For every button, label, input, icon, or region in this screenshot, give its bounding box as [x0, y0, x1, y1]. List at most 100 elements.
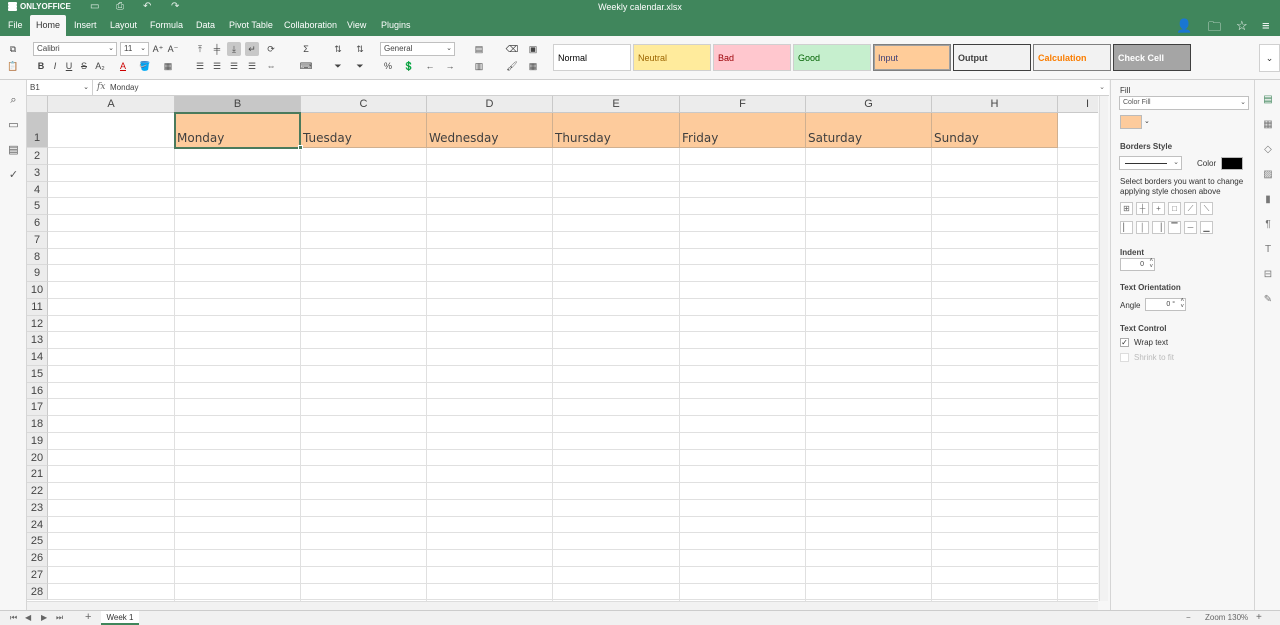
tab-pivot-table[interactable]: Pivot Table [223, 15, 279, 36]
sheet-tab-week-1[interactable]: Week 1 [101, 611, 139, 625]
tab-collaboration[interactable]: Collaboration [278, 15, 343, 36]
row-header-25[interactable]: 25 [27, 533, 48, 550]
column-header-i[interactable]: I [1058, 96, 1098, 113]
row-header-28[interactable]: 28 [27, 583, 48, 601]
shape-icon[interactable]: ◇ [1261, 143, 1275, 157]
italic-button[interactable]: I [48, 59, 62, 73]
decrease-decimal-icon[interactable]: ← [423, 59, 437, 73]
search-icon[interactable]: ⌕ [7, 94, 20, 107]
expand-formula-icon[interactable]: ⌄ [1099, 80, 1105, 95]
copy-style-icon[interactable]: 🖌 [505, 59, 519, 73]
fill-handle[interactable] [298, 145, 303, 150]
autosum-button[interactable]: Σ [299, 42, 313, 56]
tab-home[interactable]: Home [30, 15, 67, 36]
column-header-f[interactable]: F [680, 96, 806, 113]
align-middle-icon[interactable]: ╪ [210, 42, 224, 56]
decrease-font-icon[interactable]: A⁻ [166, 42, 180, 56]
row-header-12[interactable]: 12 [27, 315, 48, 333]
bottom-border-icon[interactable]: ▁ [1200, 221, 1213, 234]
hamburger-menu-icon[interactable]: ≡ [1262, 18, 1270, 33]
tab-layout[interactable]: Layout [104, 15, 143, 36]
row-header-10[interactable]: 10 [27, 282, 48, 299]
chart-icon[interactable]: ▮ [1261, 193, 1275, 207]
font-name-select[interactable]: Calibri ⌄ [33, 42, 117, 56]
align-right-icon[interactable]: ☰ [227, 59, 241, 73]
pivot-icon[interactable]: ⊟ [1261, 268, 1275, 282]
row-header-14[interactable]: 14 [27, 349, 48, 366]
underline-button[interactable]: U [62, 59, 76, 73]
style-calculation[interactable]: Calculation [1033, 44, 1111, 71]
angle-spinner[interactable]: 0 ° ˄ ˅ [1145, 298, 1186, 311]
horizontal-scrollbar[interactable] [27, 601, 1098, 610]
add-sheet-button[interactable]: + [85, 611, 91, 623]
column-header-h[interactable]: H [932, 96, 1058, 113]
name-box[interactable]: B1 ⌄ [27, 80, 93, 95]
function-icon[interactable]: fx [97, 80, 105, 95]
increase-decimal-icon[interactable]: → [443, 59, 457, 73]
cell-b1[interactable]: Monday [175, 113, 301, 148]
style-input[interactable]: Input [873, 44, 951, 71]
row-header-27[interactable]: 27 [27, 566, 48, 584]
copy-icon[interactable]: ⧉ [6, 42, 20, 56]
comments-icon[interactable]: ▭ [7, 119, 20, 132]
select-all-corner[interactable] [27, 96, 48, 113]
cell-h1[interactable]: Sunday [932, 113, 1058, 148]
tab-plugins[interactable]: Plugins [375, 15, 417, 36]
accounting-icon[interactable]: 💲 [402, 59, 416, 73]
subscript-icon[interactable]: A₂ [93, 59, 107, 73]
tab-data[interactable]: Data [190, 15, 221, 36]
inner-horizontal-icon[interactable]: ─ [1184, 221, 1197, 234]
row-header-17[interactable]: 17 [27, 399, 48, 416]
column-header-e[interactable]: E [553, 96, 680, 113]
row-header-3[interactable]: 3 [27, 164, 48, 182]
row-header-19[interactable]: 19 [27, 432, 48, 450]
font-size-select[interactable]: 11 ⌄ [120, 42, 149, 56]
row-header-21[interactable]: 21 [27, 466, 48, 483]
row-header-9[interactable]: 9 [27, 265, 48, 282]
shrink-to-fit-checkbox[interactable] [1120, 353, 1129, 362]
clear-filter-icon[interactable]: ⏷ [353, 59, 367, 73]
tab-view[interactable]: View [341, 15, 372, 36]
percent-button[interactable]: % [381, 59, 395, 73]
borders-icon[interactable]: ▦ [161, 59, 175, 73]
fill-color-picker[interactable] [1120, 115, 1142, 129]
diagonal-down-icon[interactable]: ⟍ [1200, 202, 1213, 215]
border-style-select[interactable]: ⌄ [1119, 156, 1182, 170]
table-icon[interactable]: ▦ [1261, 118, 1275, 132]
row-header-13[interactable]: 13 [27, 332, 48, 349]
align-bottom-icon[interactable]: ⤓ [227, 42, 241, 56]
row-header-5[interactable]: 5 [27, 198, 48, 215]
row-header-2[interactable]: 2 [27, 148, 48, 165]
fill-type-select[interactable]: Color Fill ⌄ [1119, 96, 1249, 110]
row-header-4[interactable]: 4 [27, 181, 48, 199]
row-header-23[interactable]: 23 [27, 499, 48, 517]
sort-ascending-icon[interactable]: ⇅ [331, 42, 345, 56]
tab-file[interactable]: File [2, 15, 29, 36]
style-check-cell[interactable]: Check Cell [1113, 44, 1191, 71]
row-header-26[interactable]: 26 [27, 550, 48, 567]
column-header-c[interactable]: C [301, 96, 427, 113]
delete-cells-icon[interactable]: ▥ [472, 59, 486, 73]
row-header-15[interactable]: 15 [27, 365, 48, 383]
strikethrough-button[interactable]: S [77, 59, 91, 73]
vertical-scrollbar[interactable] [1099, 96, 1108, 601]
align-left-icon[interactable]: ☰ [193, 59, 207, 73]
paragraph-icon[interactable]: ¶ [1261, 218, 1275, 232]
style-normal[interactable]: Normal [553, 44, 631, 71]
row-header-16[interactable]: 16 [27, 382, 48, 400]
formula-input[interactable]: Monday [110, 80, 138, 95]
wrap-text-icon[interactable]: ↵ [245, 42, 259, 56]
increase-font-icon[interactable]: A⁺ [151, 42, 165, 56]
row-header-6[interactable]: 6 [27, 215, 48, 232]
row-header-7[interactable]: 7 [27, 231, 48, 249]
cell-c1[interactable]: Tuesday [301, 113, 427, 148]
align-top-icon[interactable]: ⤒ [193, 42, 207, 56]
row-header-18[interactable]: 18 [27, 416, 48, 433]
font-color-button[interactable]: A [116, 59, 130, 73]
justify-icon[interactable]: ☰ [245, 59, 259, 73]
row-header-22[interactable]: 22 [27, 483, 48, 500]
column-header-d[interactable]: D [427, 96, 553, 113]
zoom-in-button[interactable]: + [1256, 612, 1262, 623]
fill-color-icon[interactable]: 🪣 [138, 59, 152, 73]
align-center-icon[interactable]: ☰ [210, 59, 224, 73]
